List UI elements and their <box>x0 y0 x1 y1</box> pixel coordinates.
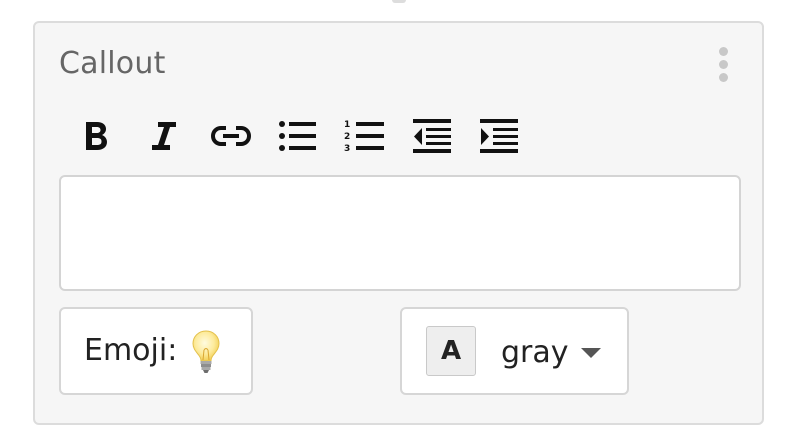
more-options-button[interactable] <box>711 45 735 83</box>
italic-icon <box>152 122 176 150</box>
emoji-picker-button[interactable]: Emoji: <box>59 307 253 395</box>
bold-button[interactable] <box>71 111 121 161</box>
color-swatch: A <box>426 326 476 376</box>
dot-icon <box>719 73 728 82</box>
emoji-label: Emoji: <box>84 333 178 368</box>
indent-button[interactable] <box>474 111 524 161</box>
caret-down-icon <box>581 348 601 358</box>
italic-button[interactable] <box>139 111 189 161</box>
block-title: Callout <box>59 46 166 81</box>
svg-text:3: 3 <box>344 144 350 154</box>
dot-icon <box>719 47 728 56</box>
selected-color-label: gray <box>501 335 569 370</box>
link-button[interactable] <box>206 111 256 161</box>
color-select[interactable]: A gray <box>400 307 629 395</box>
outdent-icon <box>413 119 451 153</box>
numbered-list-button[interactable]: 1 2 3 <box>340 111 390 161</box>
dot-icon <box>719 60 728 69</box>
callout-text-editor[interactable] <box>59 175 741 291</box>
numbered-list-icon: 1 2 3 <box>344 120 384 154</box>
bold-icon <box>86 122 107 150</box>
callout-block-panel: Callout 1 2 3 Emoji: A gray <box>33 21 764 425</box>
svg-text:1: 1 <box>344 120 350 130</box>
link-icon <box>210 126 252 146</box>
outdent-button[interactable] <box>407 111 457 161</box>
bulleted-list-button[interactable] <box>273 111 323 161</box>
indent-icon <box>480 119 518 153</box>
svg-text:2: 2 <box>344 132 350 142</box>
top-connector <box>392 0 406 3</box>
bulleted-list-icon <box>279 121 316 151</box>
light-bulb-icon <box>192 330 220 373</box>
